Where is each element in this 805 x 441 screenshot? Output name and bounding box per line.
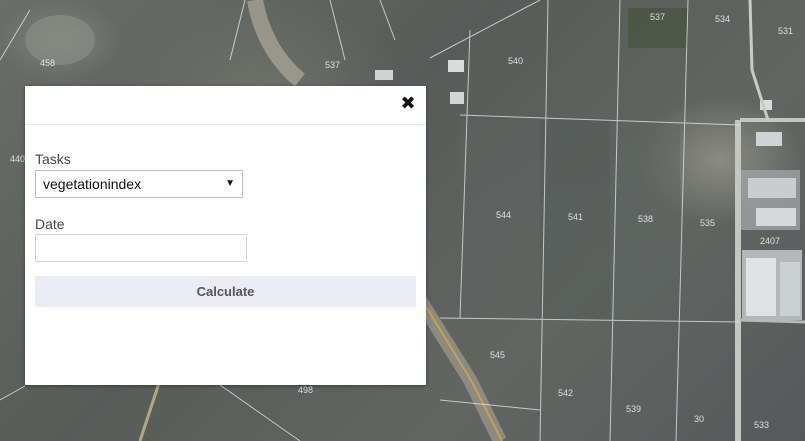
parcel-label: 539 — [626, 404, 641, 414]
tasks-selected-value: vegetationindex — [43, 176, 142, 192]
parcel-label: 544 — [496, 210, 511, 220]
parcel-label: 535 — [700, 218, 715, 228]
calculate-button[interactable]: Calculate — [35, 276, 416, 307]
date-label: Date — [35, 216, 65, 232]
parcel-label: 540 — [508, 56, 523, 66]
parcel-label: 541 — [568, 212, 583, 222]
parcel-label: 440 — [10, 154, 25, 164]
parcel-label: 498 — [298, 385, 313, 395]
dropdown-arrow-icon: ▼ — [225, 178, 235, 189]
parcel-label: 30 — [694, 414, 704, 424]
modal-header: ✖ — [25, 86, 426, 125]
parcel-label: 531 — [778, 26, 793, 36]
parcel-label: 533 — [754, 420, 769, 430]
parcel-label: 458 — [40, 58, 55, 68]
parcel-label: 538 — [638, 214, 653, 224]
date-input[interactable] — [35, 234, 247, 262]
parcel-label: 545 — [490, 350, 505, 360]
close-icon[interactable]: ✖ — [400, 95, 416, 113]
parcel-label: 534 — [715, 14, 730, 24]
tasks-select[interactable]: vegetationindex ▼ — [35, 170, 243, 198]
parcel-label: 542 — [558, 388, 573, 398]
parcel-label: 537 — [650, 12, 665, 22]
parcel-label: 537 — [325, 60, 340, 70]
parcel-label: 2407 — [760, 236, 780, 246]
tasks-label: Tasks — [35, 151, 71, 167]
calculation-modal: ✖ Tasks vegetationindex ▼ Date Calculate — [25, 86, 426, 385]
